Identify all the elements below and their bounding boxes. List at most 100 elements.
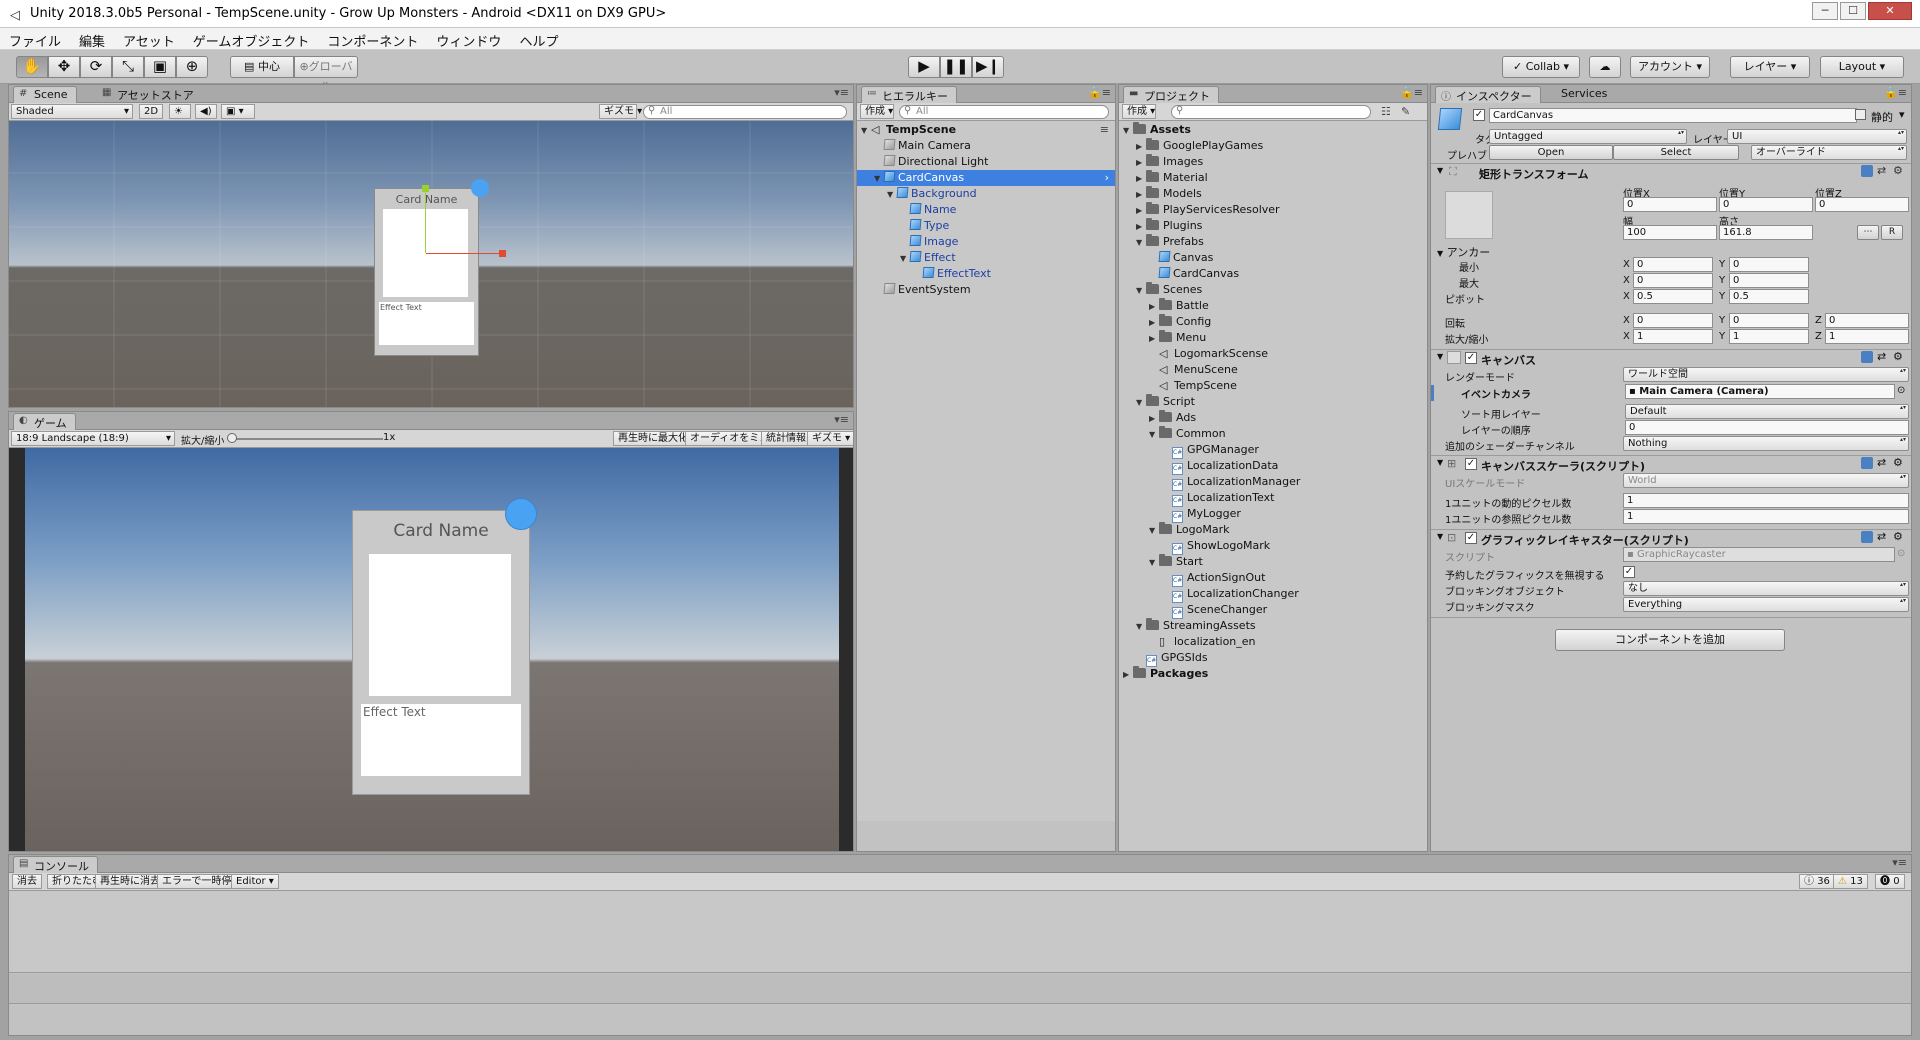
hierarchy-item[interactable]: Name [857, 202, 956, 218]
expand-arrow-icon[interactable]: ▼ [874, 171, 884, 187]
tab-game[interactable]: ◐ ゲーム [13, 413, 76, 430]
expand-arrow-icon[interactable]: ▶ [1136, 219, 1146, 235]
render-mode-dropdown[interactable]: ワールド空間 [1623, 367, 1909, 382]
shading-dropdown[interactable]: Shaded ▾ [11, 104, 133, 119]
scaler-help-icon[interactable] [1861, 457, 1873, 469]
scene-search-input[interactable]: All [643, 105, 847, 119]
expand-arrow-icon[interactable]: ▶ [1149, 331, 1159, 347]
prefab-open-button[interactable]: Open [1489, 145, 1613, 160]
project-item[interactable]: C# LocalizationChanger [1119, 586, 1299, 603]
canvas-gear-icon[interactable]: ⚙ [1893, 350, 1903, 363]
project-item[interactable]: ▼ Scenes [1119, 282, 1202, 298]
scene-root[interactable]: ▼ ◁ TempScene [861, 122, 956, 138]
console-log-list[interactable] [9, 891, 1911, 973]
tab-scene[interactable]: # Scene [13, 86, 77, 103]
project-item[interactable]: ▶ GooglePlayGames [1119, 138, 1263, 154]
move-tool-icon[interactable]: ✥ [48, 56, 80, 78]
pos-y-field[interactable]: 0 [1719, 197, 1813, 212]
tab-console[interactable]: ▤ コンソール [13, 856, 98, 873]
project-item[interactable]: ▶ Material [1119, 170, 1208, 186]
project-item[interactable]: ▼ Prefabs [1119, 234, 1204, 250]
anchor-presets-box[interactable] [1445, 191, 1493, 239]
scale-slider-track[interactable] [231, 438, 383, 440]
dynamic-pixels-field[interactable]: 1 [1623, 493, 1909, 508]
project-item[interactable]: ◁ MenuScene [1119, 362, 1238, 378]
project-lock-icon[interactable]: 🔒≡ [1400, 86, 1423, 99]
tab-hierarchy[interactable]: ≔ ヒエラルキー [861, 86, 957, 103]
pivot-center-button[interactable]: ▤ 中心 [230, 56, 294, 78]
project-item[interactable]: ▯ localization_en [1119, 634, 1256, 650]
2d-toggle[interactable]: 2D [139, 104, 163, 119]
canvas-scaler-header[interactable]: ▼ ⊞ ✓ キャンバススケーラ(スクリプト) ⇄ ⚙ [1431, 455, 1911, 473]
project-item[interactable]: ▼ Assets [1119, 122, 1191, 138]
tag-dropdown[interactable]: Untagged [1489, 129, 1687, 144]
hierarchy-item[interactable]: ▼ Effect [857, 250, 956, 266]
menu-assets[interactable]: アセット [114, 28, 184, 50]
expand-arrow-icon[interactable]: ▼ [1149, 555, 1159, 571]
filter-label-icon[interactable]: ✎ [1401, 105, 1410, 118]
expand-arrow-icon[interactable]: ▶ [1136, 187, 1146, 203]
prefab-select-button[interactable]: Select [1613, 145, 1739, 160]
gizmos-dropdown[interactable]: ギズモ ▾ [599, 104, 642, 119]
expand-arrow-icon[interactable]: ▶ [1123, 667, 1133, 683]
scene-view[interactable]: Card Name Effect Text [9, 121, 853, 407]
menu-gameobject[interactable]: ゲームオブジェクト [184, 28, 319, 50]
pivot-x[interactable]: 0.5 [1633, 289, 1713, 304]
project-item[interactable]: ▼ Common [1119, 426, 1226, 442]
scene-menu-icon[interactable]: ≡ [1100, 122, 1109, 138]
rotation-x[interactable]: 0 [1633, 313, 1713, 328]
editor-dropdown[interactable]: Editor ▾ [231, 874, 279, 889]
project-item[interactable]: C# ShowLogoMark [1119, 538, 1270, 555]
project-item[interactable]: ▼ Script [1119, 394, 1195, 410]
anchors-foldout[interactable]: ▼ アンカー [1437, 244, 1490, 260]
hierarchy-item[interactable]: EffectText [857, 266, 991, 282]
project-item[interactable]: ◁ TempScene [1119, 378, 1237, 394]
project-item[interactable]: ▶ Plugins [1119, 218, 1202, 234]
tab-inspector[interactable]: ⓘ インスペクター [1435, 86, 1541, 103]
expand-arrow-icon[interactable]: ▶ [1149, 411, 1159, 427]
scale-y[interactable]: 1 [1729, 329, 1809, 344]
add-component-button[interactable]: コンポーネントを追加 [1555, 629, 1785, 651]
expand-arrow-icon[interactable]: ▶ [1136, 171, 1146, 187]
project-item[interactable]: ▶ Models [1119, 186, 1202, 202]
expand-arrow-icon[interactable]: ▼ [1136, 395, 1146, 411]
raw-edit-button[interactable]: R [1881, 225, 1903, 240]
tab-project[interactable]: ▬ プロジェクト [1123, 86, 1219, 103]
height-field[interactable]: 161.8 [1719, 225, 1813, 240]
expand-arrow-icon[interactable]: ▶ [1149, 299, 1159, 315]
layer-dropdown[interactable]: UI [1727, 129, 1907, 144]
graphic-raycaster-header[interactable]: ▼ ⊡ ✓ グラフィックレイキャスター(スクリプト) ⇄ ⚙ [1431, 529, 1911, 547]
project-item[interactable]: C# LocalizationManager [1119, 474, 1300, 491]
project-item[interactable]: ▼ StreamingAssets [1119, 618, 1256, 634]
tab-asset-store[interactable]: ▦ アセットストア [97, 86, 202, 103]
cloud-icon[interactable]: ☁ [1589, 56, 1621, 78]
close-button[interactable]: ✕ [1868, 2, 1912, 20]
anchor-max-y[interactable]: 0 [1729, 273, 1809, 288]
move-gizmo-y[interactable] [425, 191, 426, 253]
object-picker-icon[interactable]: ⊙ [1897, 385, 1905, 396]
rect-tool-icon[interactable]: ▣ [144, 56, 176, 78]
pos-z-field[interactable]: 0 [1815, 197, 1909, 212]
hierarchy-lock-icon[interactable]: 🔒≡ [1088, 86, 1111, 99]
static-dropdown-icon[interactable]: ▾ [1899, 108, 1905, 121]
inspector-lock-icon[interactable]: 🔒≡ [1884, 86, 1907, 99]
move-gizmo-y-handle[interactable] [422, 185, 429, 192]
project-item[interactable]: ▶ PlayServicesResolver [1119, 202, 1280, 218]
error-count-toggle[interactable]: ⓿ 0 [1875, 874, 1905, 889]
clear-on-play-toggle[interactable]: 再生時に消去 [95, 874, 165, 889]
anchor-min-x[interactable]: 0 [1633, 257, 1713, 272]
stats-toggle[interactable]: 統計情報 [761, 431, 811, 446]
scaler-preset-icon[interactable]: ⇄ [1877, 456, 1886, 469]
project-item[interactable]: C# MyLogger [1119, 506, 1241, 523]
expand-arrow-icon[interactable]: ▼ [1136, 283, 1146, 299]
help-book-icon[interactable] [1861, 165, 1873, 177]
scale-slider-handle[interactable] [227, 433, 237, 443]
maximize-on-play-toggle[interactable]: 再生時に最大化 [613, 431, 693, 446]
project-item[interactable]: Canvas [1119, 250, 1213, 266]
hierarchy-item[interactable]: Main Camera [857, 138, 971, 154]
canvas-header[interactable]: ▼ ✓ キャンバス ⇄ ⚙ [1431, 349, 1911, 367]
scale-x[interactable]: 1 [1633, 329, 1713, 344]
layers-dropdown[interactable]: レイヤー ▾ [1730, 56, 1810, 78]
global-space-button[interactable]: ⊕グローバル [294, 56, 358, 93]
game-panel-menu-icon[interactable]: ▾≡ [834, 413, 849, 426]
